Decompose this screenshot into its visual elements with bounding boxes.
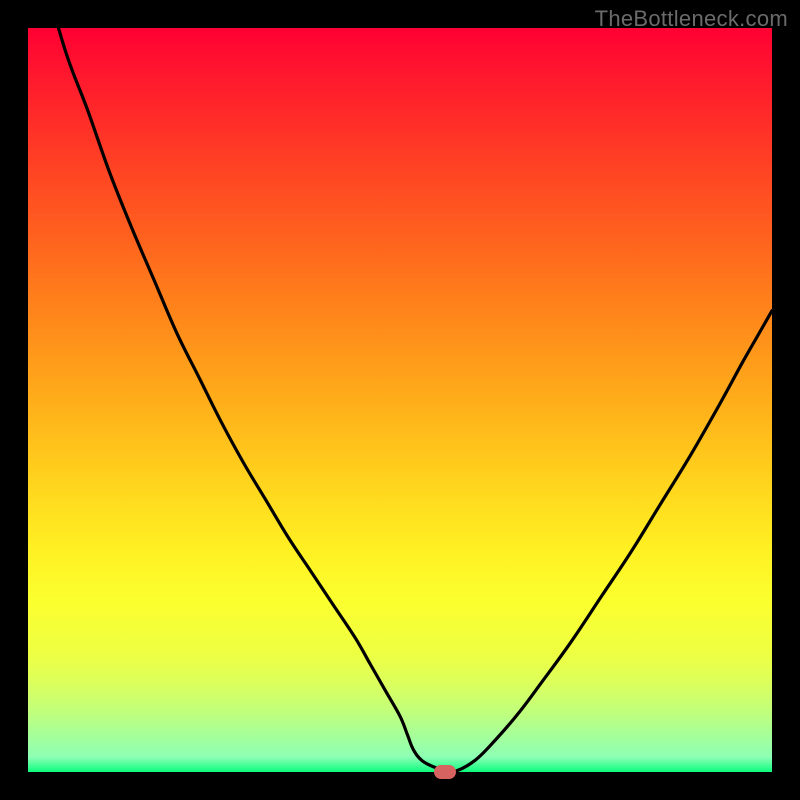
chart-stage: TheBottleneck.com bbox=[0, 0, 800, 800]
optimum-marker bbox=[434, 765, 456, 779]
bottleneck-curve bbox=[28, 0, 772, 772]
plot-area bbox=[28, 28, 772, 772]
attribution-text: TheBottleneck.com bbox=[595, 6, 788, 32]
curve-layer bbox=[28, 28, 772, 772]
